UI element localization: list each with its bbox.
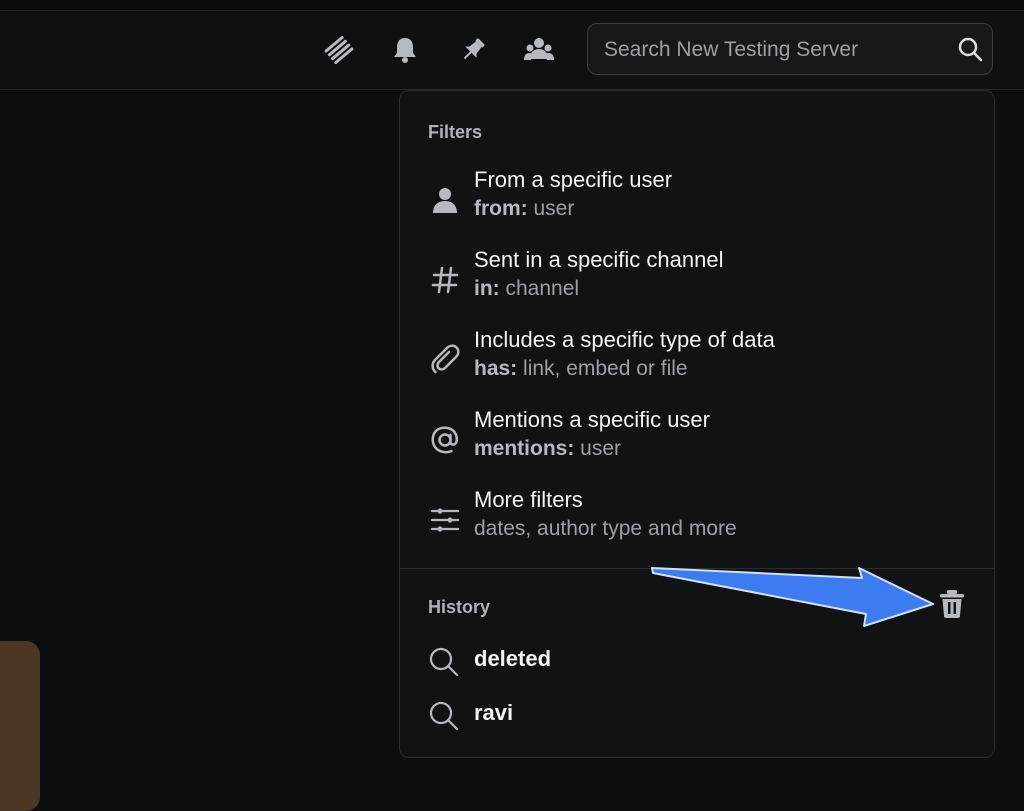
search-options-popup: Filters From a specific user from: user … <box>399 90 995 758</box>
filter-hint: dates, author type and more <box>474 517 737 541</box>
filter-title: Sent in a specific channel <box>474 247 724 272</box>
user-icon <box>428 183 462 217</box>
threads-icon[interactable] <box>322 33 356 67</box>
filter-in-channel[interactable]: Sent in a specific channel in: channel <box>400 247 994 323</box>
pinned-messages-icon[interactable] <box>456 33 490 67</box>
search-icon <box>429 647 459 677</box>
hash-icon <box>428 263 462 297</box>
filter-from-user[interactable]: From a specific user from: user <box>400 167 994 243</box>
search-bar[interactable] <box>587 23 993 76</box>
history-item[interactable]: ravi <box>400 694 994 740</box>
filter-hint: has: link, embed or file <box>474 357 688 381</box>
trash-icon[interactable] <box>935 587 969 621</box>
filter-title: More filters <box>474 487 583 512</box>
filter-mentions-user[interactable]: Mentions a specific user mentions: user <box>400 407 994 483</box>
search-input[interactable] <box>602 24 946 76</box>
filter-key: has: <box>474 357 518 380</box>
filter-value: dates, author type and more <box>474 517 737 540</box>
history-item-text: ravi <box>474 700 514 725</box>
filter-value: user <box>527 197 575 220</box>
filter-hint: from: user <box>474 197 574 221</box>
filter-key: mentions: <box>474 437 575 460</box>
filter-title: Includes a specific type of data <box>474 327 775 352</box>
filter-more-filters[interactable]: More filters dates, author type and more <box>400 487 994 563</box>
history-section-title: History <box>428 597 491 617</box>
section-divider <box>400 568 994 569</box>
search-icon <box>429 701 459 731</box>
filter-value: user <box>574 437 622 460</box>
channel-header <box>0 11 1024 90</box>
window-top-strip <box>0 0 1024 11</box>
at-icon <box>428 423 462 457</box>
history-item[interactable]: deleted <box>400 640 994 686</box>
filter-title: From a specific user <box>474 167 673 192</box>
filter-key: from: <box>474 197 528 220</box>
history-item-text: deleted <box>474 646 552 671</box>
filter-has-data[interactable]: Includes a specific type of data has: li… <box>400 327 994 403</box>
search-icon[interactable] <box>956 35 984 63</box>
filter-value: channel <box>499 277 580 300</box>
sliders-icon <box>428 503 462 537</box>
filter-hint: in: channel <box>474 277 579 301</box>
member-list-icon[interactable] <box>522 33 556 67</box>
filters-section-title: Filters <box>428 122 483 142</box>
paperclip-icon <box>428 343 462 377</box>
filter-title: Mentions a specific user <box>474 407 710 432</box>
filter-key: in: <box>474 277 500 300</box>
notification-bell-icon[interactable] <box>388 33 422 67</box>
filter-value: link, embed or file <box>517 357 688 380</box>
filter-hint: mentions: user <box>474 437 621 461</box>
